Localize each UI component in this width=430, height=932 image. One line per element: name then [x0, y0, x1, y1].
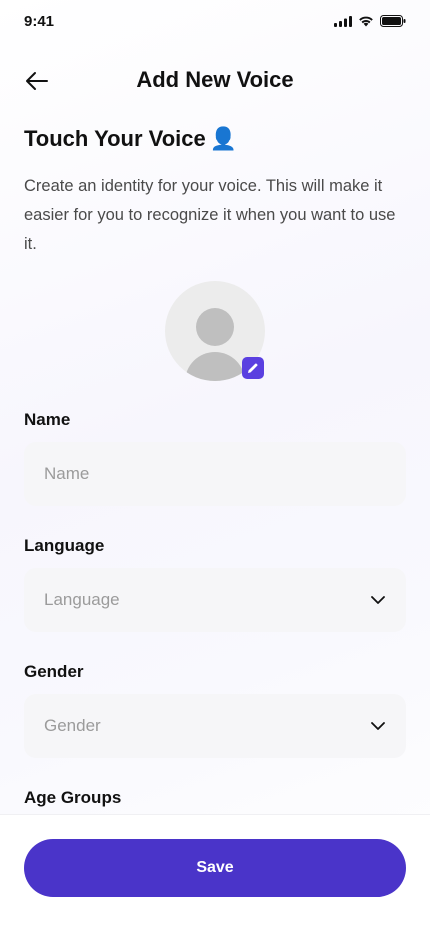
language-placeholder: Language — [44, 590, 120, 609]
language-label: Language — [24, 536, 105, 555]
chevron-down-icon — [370, 595, 386, 605]
gender-select[interactable]: Gender — [24, 694, 406, 758]
avatar-head-shape — [196, 308, 234, 346]
avatar-body-shape — [185, 352, 245, 381]
back-button[interactable] — [22, 66, 52, 96]
section-title-text: Touch Your Voice — [24, 126, 206, 151]
name-label: Name — [24, 410, 71, 429]
status-icons — [334, 15, 406, 27]
page-title: Add New Voice — [136, 67, 294, 92]
battery-icon — [380, 15, 406, 27]
intro-description: Create an identity for your voice. This … — [24, 177, 396, 253]
name-field[interactable] — [24, 442, 406, 506]
gender-label: Gender — [24, 662, 84, 681]
arrow-left-icon — [26, 72, 48, 90]
app-header: Add New Voice — [0, 58, 430, 102]
status-time: 9:41 — [24, 12, 55, 30]
gender-placeholder: Gender — [44, 716, 101, 735]
chevron-down-icon — [370, 721, 386, 731]
bottom-action-bar: Save — [0, 814, 430, 932]
language-select[interactable]: Language — [24, 568, 406, 632]
status-bar: 9:41 — [0, 0, 430, 44]
age-groups-label: Age Groups — [24, 788, 122, 807]
name-input[interactable] — [44, 464, 386, 484]
wifi-icon — [359, 16, 373, 27]
section-title: Touch Your Voice 👤 — [24, 126, 237, 152]
edit-avatar-button[interactable] — [242, 357, 264, 379]
signal-icon — [334, 15, 352, 27]
bust-silhouette-emoji: 👤 — [209, 126, 238, 151]
add-new-voice-screen: 9:41 Add New Voice Touch Your Voice 👤 Cr… — [0, 0, 430, 932]
save-button[interactable]: Save — [24, 839, 406, 897]
pencil-icon — [248, 363, 258, 373]
